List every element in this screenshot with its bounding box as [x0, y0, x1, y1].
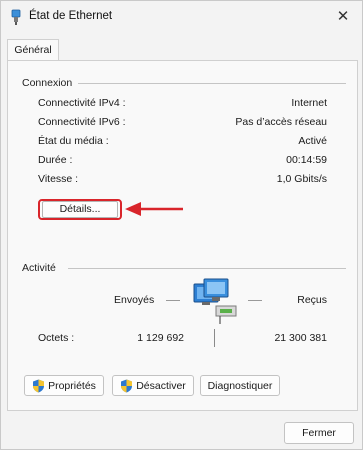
diagnose-button[interactable]: Diagnostiquer: [200, 375, 280, 396]
ethernet-status-window: État de Ethernet ✕ Général Connexion Con…: [0, 0, 363, 450]
shield-icon: [33, 379, 45, 392]
shield-icon: [121, 379, 133, 392]
close-button[interactable]: Fermer: [284, 422, 354, 444]
ipv4-value: Internet: [291, 97, 327, 109]
network-adapter-icon: [11, 9, 21, 25]
speed-value: 1,0 Gbits/s: [276, 173, 327, 185]
network-computers-icon: [193, 278, 237, 324]
sent-label: Envoyés: [114, 294, 155, 306]
bytes-sent-value: 1 129 692: [137, 332, 184, 344]
duration-value: 00:14:59: [286, 154, 327, 166]
ipv4-label: Connectivité IPv4 :: [38, 97, 126, 109]
window-title: État de Ethernet: [29, 10, 113, 22]
disable-button-label: Désactiver: [136, 379, 186, 392]
received-label: Reçus: [297, 294, 327, 306]
received-dash: [248, 300, 262, 301]
media-state-label: État du média :: [38, 135, 109, 147]
duration-label: Durée :: [38, 154, 73, 166]
details-button[interactable]: Détails...: [38, 199, 122, 220]
properties-button-label: Propriétés: [48, 379, 96, 392]
close-button-label: Fermer: [302, 427, 336, 439]
details-button-label: Détails...: [42, 201, 118, 218]
activity-divider: [68, 268, 346, 269]
disable-button[interactable]: Désactiver: [112, 375, 194, 396]
tab-general[interactable]: Général: [7, 39, 59, 61]
connection-group-header: Connexion: [22, 77, 73, 89]
close-icon: ✕: [336, 8, 350, 25]
media-state-value: Activé: [298, 135, 327, 147]
close-window-button[interactable]: ✕: [330, 5, 356, 27]
activity-separator: [214, 329, 215, 347]
properties-button[interactable]: Propriétés: [24, 375, 104, 396]
general-panel: Connexion Connectivité IPv4 : Internet C…: [7, 60, 358, 411]
sent-dash: [166, 300, 180, 301]
connection-divider: [78, 83, 346, 84]
ipv6-value: Pas d’accès réseau: [235, 116, 327, 128]
activity-group-header: Activité: [22, 262, 56, 274]
speed-label: Vitesse :: [38, 173, 79, 185]
diagnose-button-label: Diagnostiquer: [207, 379, 273, 392]
red-arrow-icon: [125, 202, 183, 216]
bytes-label: Octets :: [38, 332, 75, 344]
bytes-received-value: 21 300 381: [274, 332, 327, 344]
title-bar: État de Ethernet ✕: [1, 1, 362, 33]
ipv6-label: Connectivité IPv6 :: [38, 116, 126, 128]
